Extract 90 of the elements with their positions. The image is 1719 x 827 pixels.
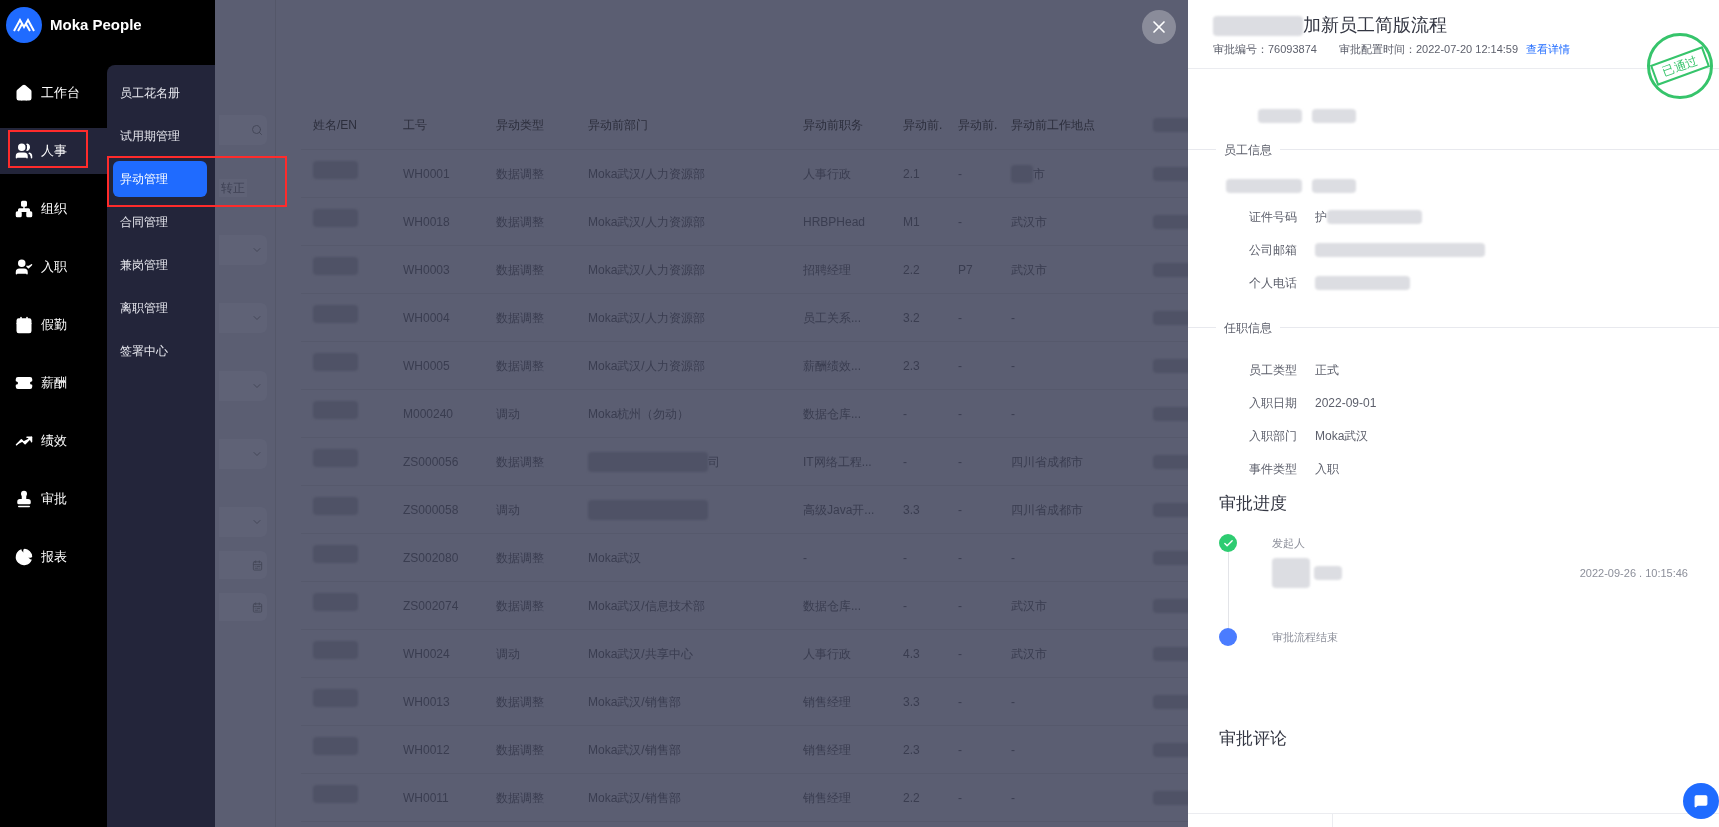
table-cell-text: - <box>958 213 963 231</box>
section-heading: 任职信息 <box>1224 319 1272 337</box>
table-cell-text: - <box>1011 357 1015 375</box>
view-details-link[interactable]: 查看详情 <box>1526 41 1571 58</box>
section-title: 审批进度 <box>1219 492 1288 515</box>
nav-item[interactable]: 假勤 <box>0 302 107 348</box>
nav-item[interactable]: 工作台 <box>0 70 107 116</box>
table-cell-text: - <box>1011 693 1015 711</box>
field-value: Moka武汉 <box>1315 427 1369 445</box>
table-cell-text: - <box>1011 309 1015 327</box>
submenu-item[interactable]: 合同管理 <box>113 204 207 240</box>
redacted-block <box>1272 558 1310 588</box>
field-value: 入职 <box>1315 460 1339 478</box>
table-cell-text: - <box>958 309 963 327</box>
date-field[interactable] <box>219 551 267 579</box>
search-field[interactable] <box>219 115 267 145</box>
redacted-block <box>1258 108 1302 123</box>
table-cell-text: - <box>903 597 908 615</box>
approved-stamp: 已通过 <box>1647 33 1713 99</box>
submenu-item[interactable]: 签署中心 <box>113 333 207 369</box>
table-cell-text: - <box>1011 789 1015 807</box>
field-value: 2022-09-01 <box>1315 394 1377 412</box>
date-field[interactable] <box>219 593 267 621</box>
table-cell-text: - <box>958 405 963 423</box>
table-cell-text: - <box>958 453 963 471</box>
field-value: 正式 <box>1315 361 1339 379</box>
field-value: 护 <box>1315 208 1327 226</box>
submenu-item[interactable]: 员工花名册 <box>113 75 207 111</box>
submenu-item[interactable]: 兼岗管理 <box>113 247 207 283</box>
step-time: 2022-09-26 . 10:15:46 <box>1579 565 1688 581</box>
field-label: 证件号码 <box>1249 208 1298 226</box>
submenu-item[interactable]: 试用期管理 <box>113 118 207 154</box>
section-heading: 员工信息 <box>1224 141 1272 159</box>
table-cell-text: - <box>958 597 963 615</box>
field-label: 入职日期 <box>1249 394 1298 412</box>
table-cell-text: - <box>958 549 963 567</box>
step-label: 审批流程结束 <box>1272 630 1339 645</box>
redacted-block <box>1314 566 1342 580</box>
table-cell-text: - <box>958 741 963 759</box>
redacted-block <box>1312 178 1356 193</box>
drawer-title: 加新员工简版流程 <box>1303 14 1447 37</box>
stamp-icon <box>15 490 33 508</box>
table-cell-text: - <box>958 645 963 663</box>
field-label: 个人电话 <box>1249 274 1298 292</box>
people-icon <box>15 142 33 160</box>
nav-item[interactable]: 组织 <box>0 186 107 232</box>
calendar-icon <box>15 316 33 334</box>
table-cell-text: - <box>958 357 963 375</box>
table-cell-text: - <box>903 405 908 423</box>
nav-item[interactable]: 入职 <box>0 244 107 290</box>
user-check-icon <box>15 258 33 276</box>
table-cell-text: - <box>1011 405 1015 423</box>
field-label: 公司邮箱 <box>1249 241 1298 259</box>
home-icon <box>15 84 33 102</box>
table-cell-text: - <box>958 165 963 183</box>
nav-item[interactable]: 薪酬 <box>0 360 107 406</box>
nav-item[interactable]: 绩效 <box>0 418 107 464</box>
nav-item[interactable]: 审批 <box>0 476 107 522</box>
table-cell-text: - <box>958 693 963 711</box>
table-cell-text: - <box>1011 741 1015 759</box>
table-cell-text: - <box>958 501 963 519</box>
approval-number: 审批编号：76093874 <box>1213 42 1317 57</box>
nav-item[interactable]: 报表 <box>0 534 107 580</box>
table-cell-text: - <box>1011 549 1015 567</box>
field-label: 入职部门 <box>1249 427 1298 445</box>
search-icon <box>251 124 263 136</box>
hierarchy-icon <box>15 200 33 218</box>
section-title: 审批评论 <box>1218 728 1288 750</box>
check-icon <box>1219 534 1237 552</box>
redacted-block <box>1312 108 1356 123</box>
calendar-icon <box>252 559 263 571</box>
ticket-icon <box>15 374 33 392</box>
close-button[interactable] <box>1142 10 1176 44</box>
chat-button[interactable] <box>1683 783 1719 819</box>
pie-chart-icon <box>15 548 33 566</box>
brand-name: Moka People <box>50 14 142 35</box>
field-label: 事件类型 <box>1249 460 1298 478</box>
step-label: 发起人 <box>1272 536 1306 551</box>
config-time: 审批配置时间：2022-07-20 12:14:59 <box>1338 42 1519 57</box>
nav-item[interactable]: 人事 <box>0 128 107 174</box>
calendar-icon <box>252 601 263 613</box>
table-cell-text: - <box>803 549 808 567</box>
table-cell-text: - <box>903 453 908 471</box>
chat-icon <box>1694 794 1708 808</box>
field-label: 员工类型 <box>1249 361 1298 379</box>
submenu-item[interactable]: 异动管理 <box>113 161 207 197</box>
submenu-item[interactable]: 离职管理 <box>113 290 207 326</box>
table-cell-text: - <box>958 789 963 807</box>
logo-icon <box>6 7 42 43</box>
table-cell-text: - <box>903 549 908 567</box>
